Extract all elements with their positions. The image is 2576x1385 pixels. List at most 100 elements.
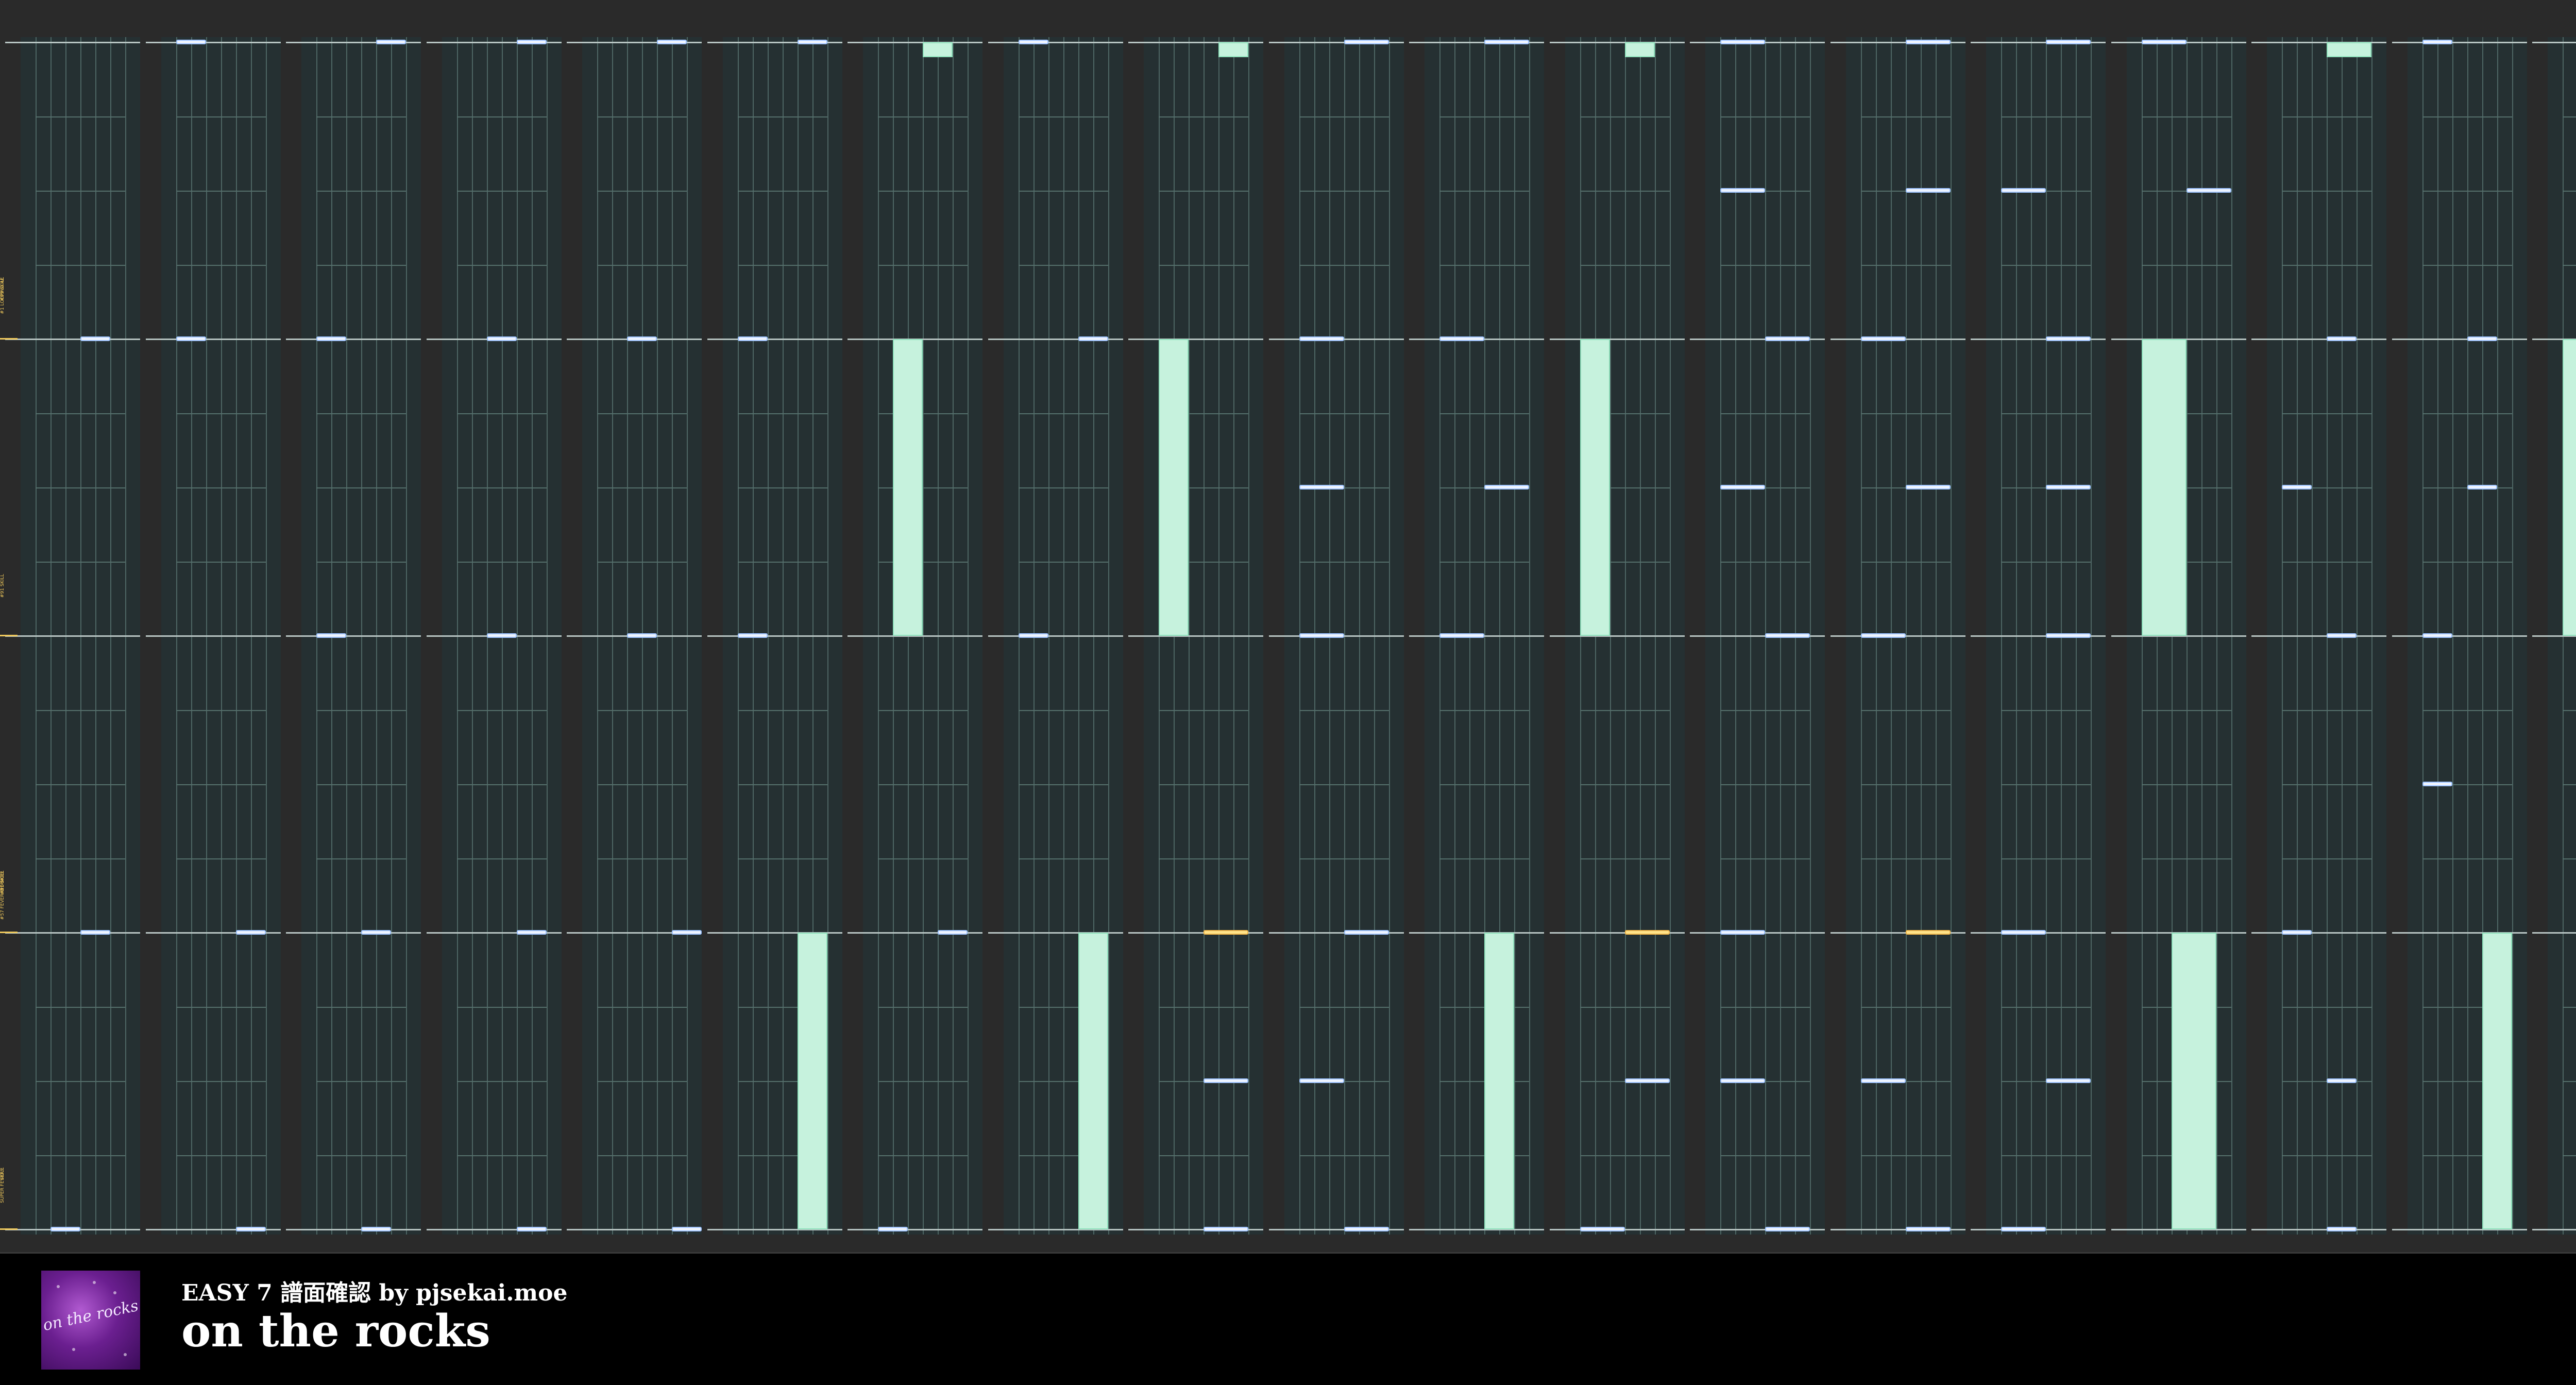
tap-note	[1905, 188, 1951, 193]
tap-note	[2282, 930, 2312, 935]
hold-note	[893, 339, 923, 636]
measure-line	[286, 1229, 421, 1230]
beat-line	[1720, 265, 1810, 266]
beat-line	[1439, 191, 1529, 192]
beat-line	[2422, 265, 2512, 266]
tap-note	[627, 633, 657, 638]
hold-note	[797, 933, 827, 1229]
beat-line	[316, 858, 406, 859]
beat-line	[2563, 1081, 2576, 1082]
hold-note	[1078, 933, 1108, 1229]
tap-note	[2422, 633, 2452, 638]
beat-line	[1860, 116, 1951, 117]
beat-line	[1860, 265, 1951, 266]
tap-note	[1018, 40, 1048, 44]
beat-line	[1299, 191, 1389, 192]
hold-note	[2482, 933, 2512, 1229]
tap-note	[1484, 485, 1529, 489]
tap-note	[376, 40, 406, 44]
beat-line	[2422, 710, 2512, 711]
beat-line	[316, 1007, 406, 1008]
beat-line	[456, 191, 547, 192]
tap-note	[797, 40, 827, 44]
beat-line	[1439, 116, 1529, 117]
beat-line	[2001, 858, 2091, 859]
beat-line	[2563, 858, 2576, 859]
beat-line	[36, 191, 125, 192]
beat-line	[456, 413, 547, 414]
beat-line	[2001, 1155, 2091, 1156]
measure-line	[5, 42, 140, 43]
tap-note	[80, 930, 110, 935]
beat-line	[456, 116, 547, 117]
event-label: #91 SKILL	[0, 574, 5, 598]
beat-line	[456, 487, 547, 488]
beat-line	[2001, 710, 2091, 711]
beat-line	[36, 710, 125, 711]
beat-line	[597, 858, 687, 859]
beat-line	[878, 1081, 968, 1082]
beat-line	[1720, 710, 1810, 711]
measure-line	[707, 635, 842, 637]
tap-note	[2467, 485, 2497, 489]
beat-line	[597, 1155, 687, 1156]
measure-line	[707, 339, 842, 340]
tap-note	[516, 1227, 547, 1231]
beat-line	[878, 265, 968, 266]
beat-line	[2282, 116, 2371, 117]
beat-line	[36, 562, 125, 563]
event-label: #57 FEVER CHANCE!	[0, 871, 5, 920]
beat-line	[176, 1081, 266, 1082]
tap-note	[1624, 1078, 1670, 1083]
beat-line	[1159, 710, 1248, 711]
beat-line	[1018, 116, 1108, 117]
tap-note	[1720, 188, 1765, 193]
measure-line	[1409, 932, 1544, 934]
tap-note	[1905, 485, 1951, 489]
beat-line	[456, 1007, 547, 1008]
beat-line	[316, 116, 406, 117]
beat-line	[176, 116, 266, 117]
measure-line	[848, 42, 982, 43]
beat-line	[878, 1155, 968, 1156]
beat-line	[2141, 116, 2231, 117]
tap-note	[2422, 40, 2452, 44]
beat-line	[176, 487, 266, 488]
tap-note	[2327, 336, 2357, 341]
beat-line	[1159, 784, 1248, 785]
beat-line	[1720, 1155, 1810, 1156]
measure-line	[1409, 1229, 1544, 1230]
beat-line	[176, 265, 266, 266]
measure-line	[1128, 339, 1263, 340]
beat-line	[1860, 784, 1951, 785]
hold-note	[1218, 42, 1248, 57]
beat-line	[878, 413, 968, 414]
beat-line	[2001, 562, 2091, 563]
measure-line	[286, 339, 421, 340]
tap-note	[1018, 633, 1048, 638]
tap-note	[1720, 1078, 1765, 1083]
beat-line	[2141, 710, 2231, 711]
beat-line	[176, 1155, 266, 1156]
beat-line	[597, 562, 687, 563]
measure-line	[988, 42, 1123, 43]
measure-line	[145, 42, 281, 43]
beat-line	[316, 1155, 406, 1156]
beat-line	[1439, 784, 1529, 785]
beat-line	[316, 710, 406, 711]
beat-line	[597, 265, 687, 266]
measure-line	[145, 635, 281, 637]
measure-line	[2392, 635, 2527, 637]
tap-note	[516, 930, 547, 935]
hold-note	[2141, 339, 2187, 636]
sparkle-icon	[124, 1353, 127, 1356]
tap-note	[1860, 633, 1906, 638]
beat-line	[1299, 784, 1389, 785]
tap-note	[1204, 1078, 1248, 1083]
tap-note	[1765, 633, 1810, 638]
event-label: SKILL	[0, 1168, 5, 1180]
song-title: on the rocks	[181, 1305, 490, 1357]
hold-note	[1580, 339, 1610, 636]
tap-note	[2046, 633, 2091, 638]
sparkle-icon	[57, 1285, 60, 1288]
